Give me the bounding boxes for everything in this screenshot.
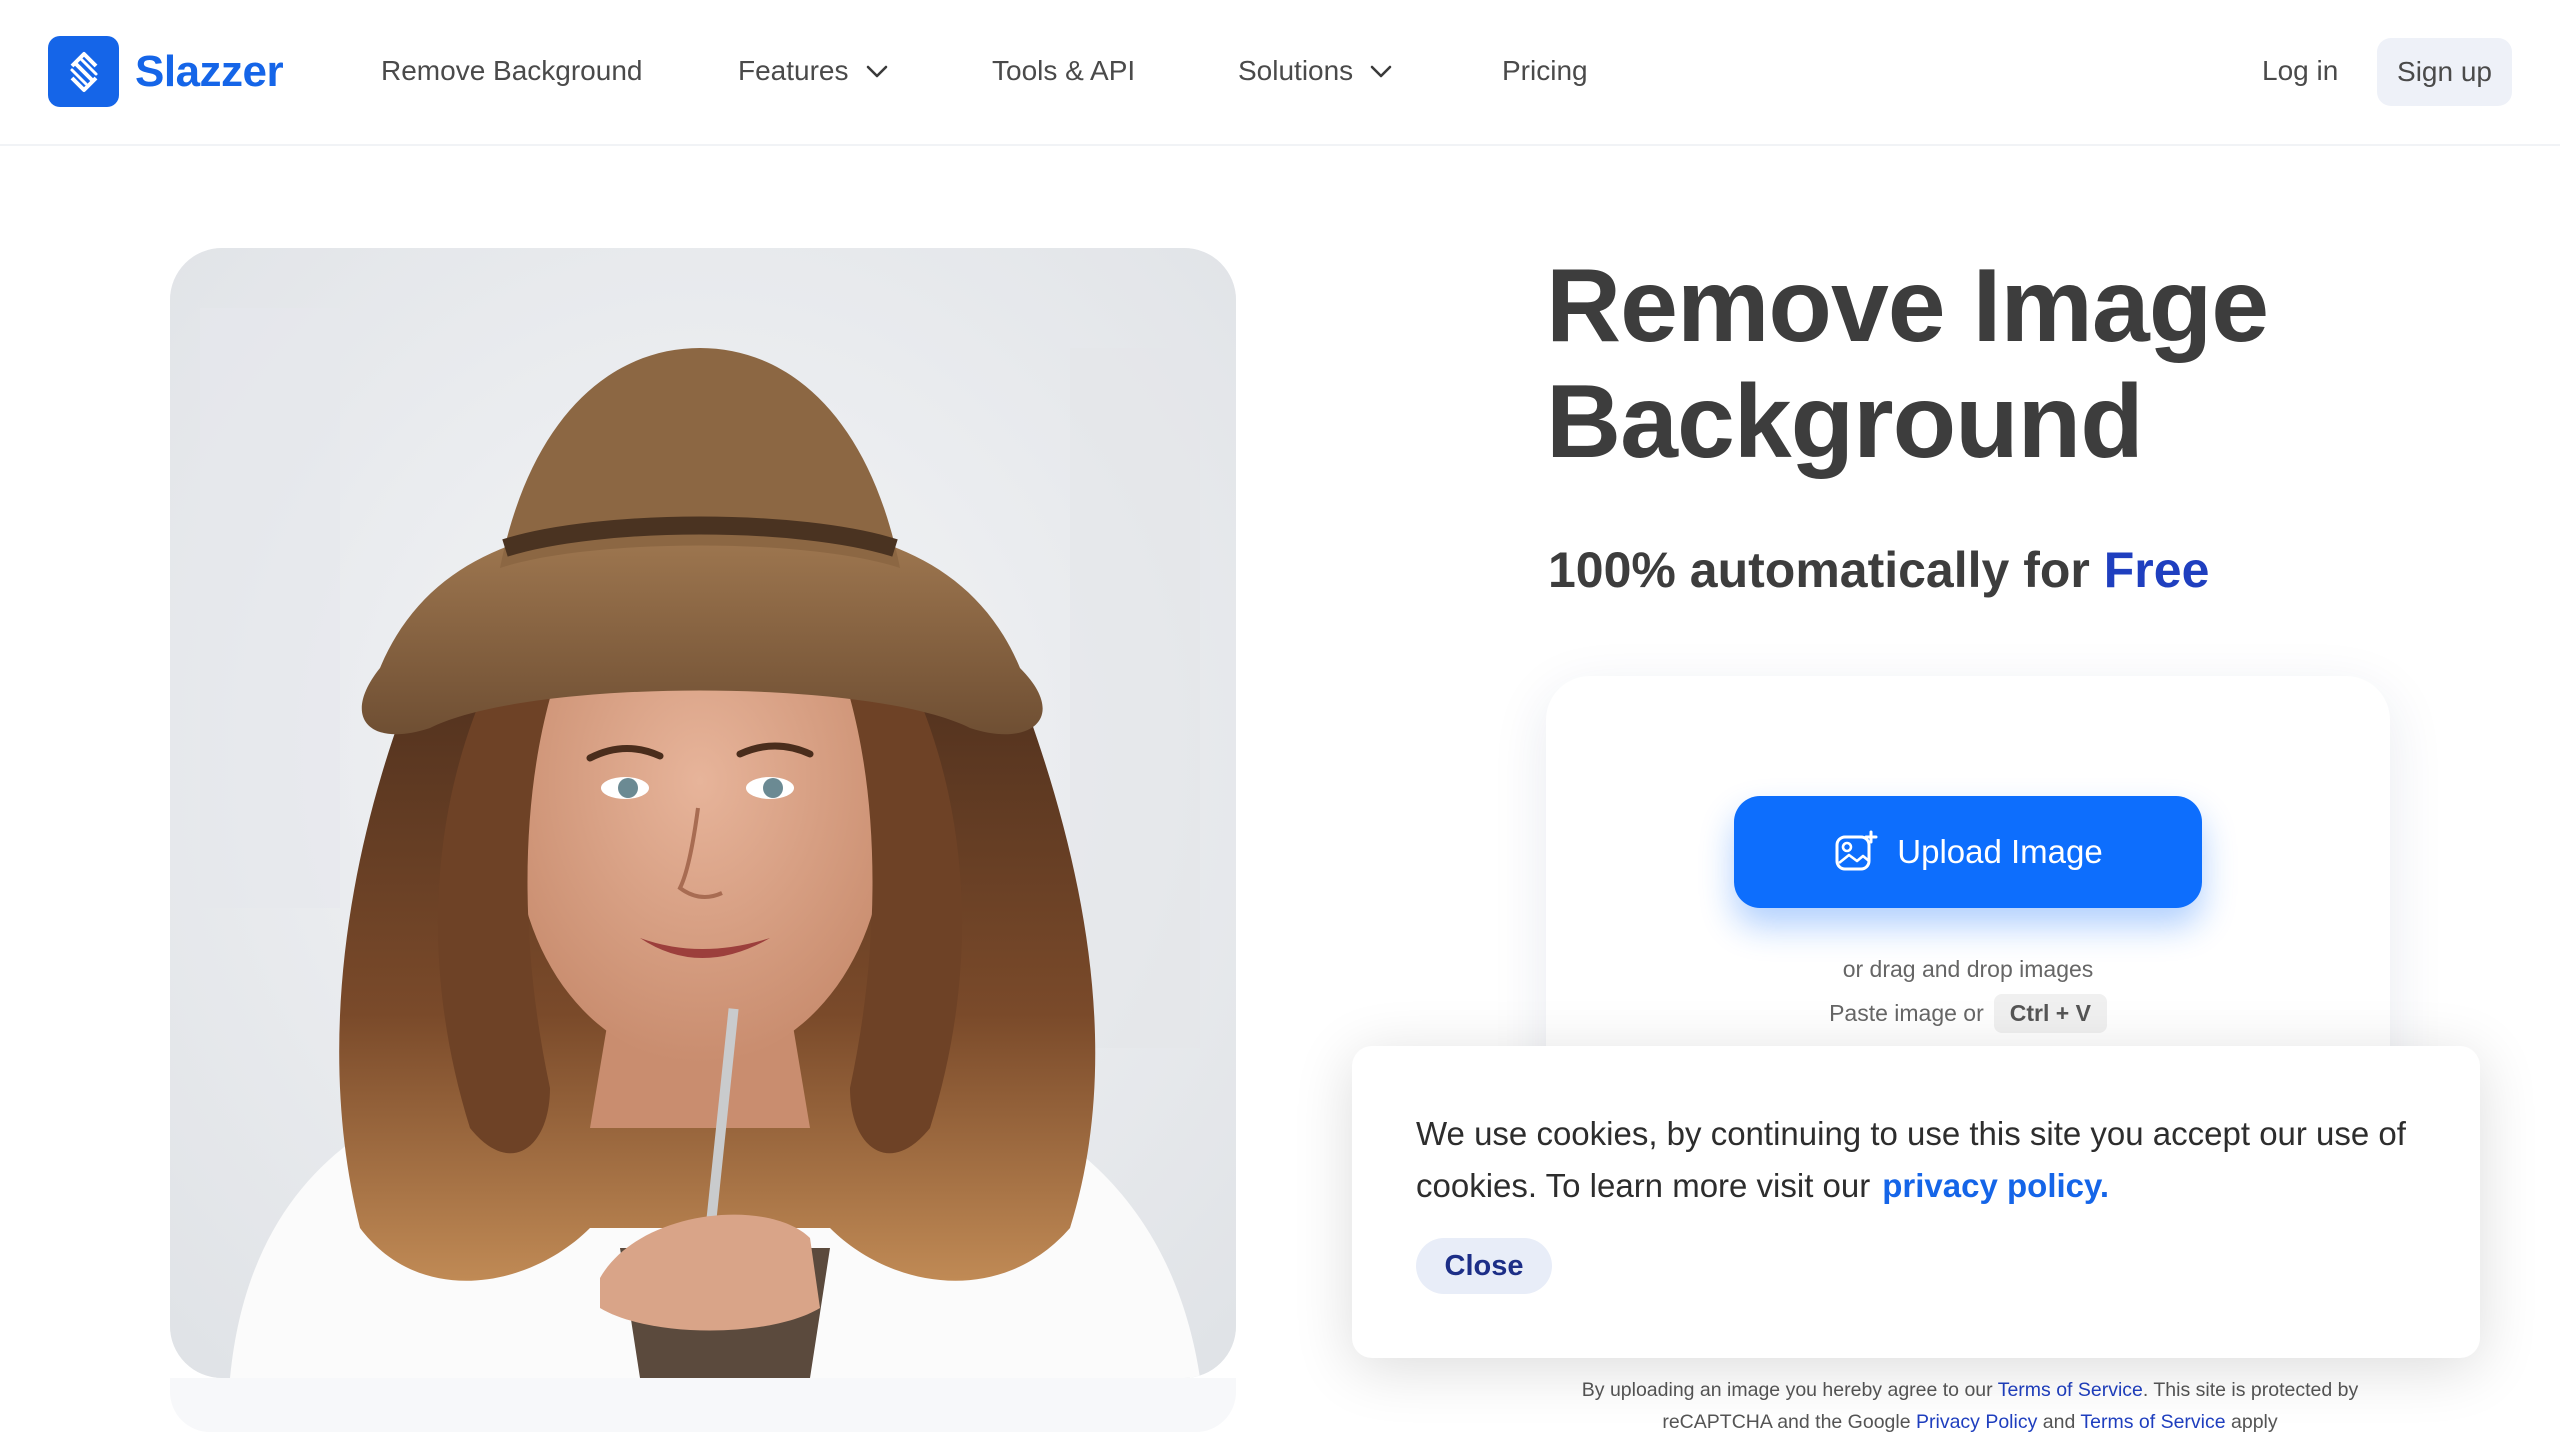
login-link[interactable]: Log in [2262, 52, 2338, 90]
terms-text-3: and [2037, 1411, 2081, 1432]
woman-with-hat-illustration [170, 248, 1236, 1378]
site-header: Slazzer Remove Background Features Tools… [0, 0, 2560, 146]
drag-drop-hint: or drag and drop images [1842, 956, 2094, 982]
nav-pricing[interactable]: Pricing [1502, 52, 1588, 90]
nav-features-label: Features [738, 55, 849, 86]
nav-solutions[interactable]: Solutions [1238, 52, 1395, 90]
nav-remove-background-label: Remove Background [381, 55, 643, 86]
terms-of-service-link-2[interactable]: Terms of Service [2080, 1411, 2225, 1432]
hero-photo [170, 248, 1236, 1378]
terms-text-4: apply [2225, 1411, 2278, 1432]
upload-image-button[interactable]: Upload Image [1734, 796, 2202, 908]
terms-notice: By uploading an image you hereby agree t… [1530, 1374, 2410, 1432]
paste-hint-text: Paste image or [1829, 1000, 1984, 1026]
brand-name: Slazzer [135, 46, 284, 96]
subtitle-text: 100% automatically for [1548, 542, 2104, 598]
terms-of-service-link[interactable]: Terms of Service [1998, 1379, 2143, 1401]
nav-features[interactable]: Features [738, 52, 891, 90]
cookie-privacy-link[interactable]: privacy policy. [1882, 1167, 2109, 1204]
nav-solutions-label: Solutions [1238, 55, 1354, 86]
paste-hint: Paste image or Ctrl + V [1546, 994, 2390, 1033]
terms-text-1: By uploading an image you hereby agree t… [1581, 1379, 1998, 1401]
nav-pricing-label: Pricing [1502, 55, 1588, 86]
upload-image-label: Upload Image [1897, 833, 2103, 870]
title-line-2: Background [1546, 364, 2144, 480]
cookie-message: We use cookies, by continuing to use thi… [1416, 1108, 2426, 1212]
logo[interactable]: Slazzer [48, 36, 284, 107]
nav-tools-api-label: Tools & API [992, 55, 1136, 86]
page-subtitle: 100% automatically for Free [1548, 538, 2209, 602]
nav-remove-background[interactable]: Remove Background [381, 52, 642, 90]
subtitle-highlight: Free [2103, 542, 2210, 598]
paste-shortcut: Ctrl + V [1993, 994, 2107, 1033]
cookie-close-button[interactable]: Close [1416, 1238, 1552, 1294]
page-title: Remove Image Background [1546, 248, 2446, 480]
title-line-1: Remove Image [1546, 248, 2269, 364]
nav-tools-api[interactable]: Tools & API [992, 52, 1135, 90]
cookie-banner: We use cookies, by continuing to use thi… [1352, 1046, 2480, 1358]
image-add-icon [1835, 830, 1878, 871]
chevron-down-icon [866, 65, 887, 78]
hero-photo-footer [170, 1378, 1236, 1432]
chevron-down-icon [1370, 65, 1392, 78]
slazzer-logo-icon [48, 36, 119, 107]
signup-button[interactable]: Sign up [2377, 38, 2512, 106]
privacy-policy-link[interactable]: Privacy Policy [1916, 1411, 2037, 1432]
